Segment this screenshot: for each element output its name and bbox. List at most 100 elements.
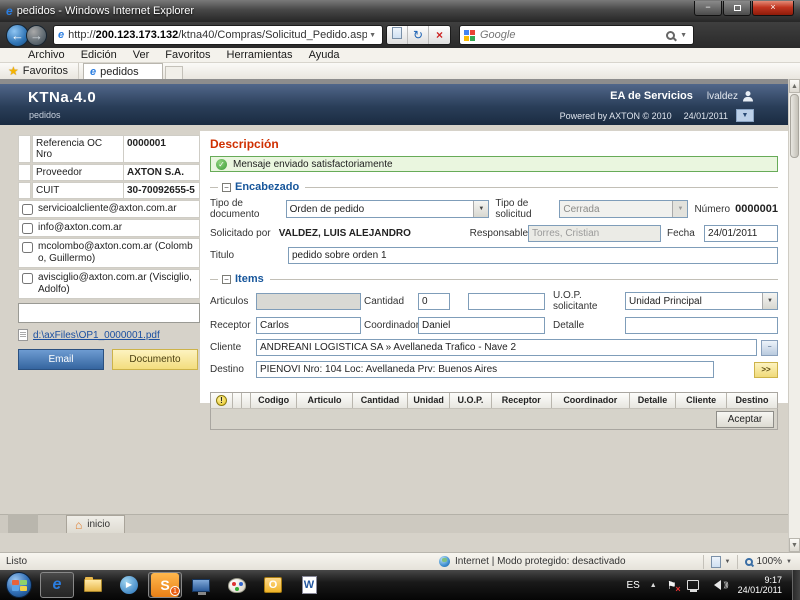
destino-input[interactable] [256,361,714,378]
extra-email-input[interactable] [18,303,200,323]
col-detalle[interactable]: Detalle [630,393,676,408]
header-calendar-icon[interactable]: ▼ [736,109,754,122]
tab-inicio[interactable]: ⌂ inicio [66,515,125,533]
tipo-documento-value: Orden de pedido [287,204,474,215]
collapse-section-icon[interactable]: − [222,183,231,192]
email-checkbox-1[interactable] [22,204,33,215]
skype-taskbar-icon[interactable]: S 1 [148,572,182,598]
col-codigo[interactable]: Codigo [251,393,297,408]
tipo-documento-select[interactable]: Orden de pedido ▼ [286,200,490,218]
maximize-button[interactable] [723,1,751,16]
zoom-dropdown-icon[interactable]: ▼ [786,559,792,565]
dropdown-arrow-icon[interactable]: ▼ [473,201,488,217]
favorites-button[interactable]: ★ Favoritos [0,63,79,79]
articulos-label: Articulos [210,296,256,307]
search-icon[interactable] [666,31,675,40]
uop-select[interactable]: Unidad Principal ▼ [625,292,778,310]
email-checkbox-2[interactable] [22,223,33,234]
email-address-2: info@axton.com.ar [38,222,122,234]
compatibility-status-icon[interactable] [711,556,721,568]
stop-button[interactable]: × [429,26,450,44]
tab-pedidos[interactable]: e pedidos [83,63,163,79]
scrollbar-thumb[interactable] [790,94,799,158]
search-dropdown-icon[interactable]: ▼ [678,32,689,39]
warning-icon: ! [216,395,227,406]
destino-expand-button[interactable]: >> [754,362,778,378]
search-box[interactable]: ▼ [459,25,694,45]
document-icon [18,329,28,341]
collapse-section-icon[interactable]: − [222,275,231,284]
info-row-stub [18,135,31,163]
action-center-icon[interactable]: ⚑ [667,579,677,592]
cantidad-input[interactable] [418,293,450,310]
close-button[interactable]: × [752,1,794,16]
tipo-documento-label: Tipo de documento [210,198,286,220]
cliente-input[interactable] [256,339,757,356]
outlook-taskbar-icon[interactable]: O [256,572,290,598]
page-scrollbar[interactable]: ▲ ▼ [788,79,800,552]
receptor-input[interactable] [256,317,361,334]
coordinador-input[interactable] [418,317,545,334]
titulo-input[interactable] [288,247,778,264]
col-receptor[interactable]: Receptor [492,393,552,408]
email-checkbox-3[interactable] [22,242,33,253]
show-desktop-button[interactable] [792,570,800,600]
col-cantidad[interactable]: Cantidad [353,393,408,408]
scroll-up-icon[interactable]: ▲ [789,79,800,93]
col-cliente[interactable]: Cliente [676,393,727,408]
forward-button[interactable]: → [26,25,47,46]
menu-archivo[interactable]: Archivo [28,49,65,61]
refresh-button[interactable]: ↻ [408,26,429,44]
email-checkbox-4[interactable] [22,273,33,284]
explorer-taskbar-icon[interactable] [76,572,110,598]
col-coordinador[interactable]: Coordinador [552,393,630,408]
paint-taskbar-icon[interactable] [220,572,254,598]
zoom-control[interactable]: 100% ▼ [745,556,792,567]
menu-ver[interactable]: Ver [133,49,150,61]
page-area: KTNa.4.0 pedidos EA de Servicios lvaldez… [0,79,800,552]
url-dropdown-icon[interactable]: ▼ [367,32,378,39]
new-tab-stub[interactable] [165,66,183,79]
dropdown-arrow-icon[interactable]: ▼ [762,293,777,309]
minimize-button[interactable]: − [694,1,722,16]
compat-dropdown-icon[interactable]: ▼ [725,559,731,565]
media-player-taskbar-icon[interactable]: ▶ [112,572,146,598]
menu-ayuda[interactable]: Ayuda [309,49,340,61]
fecha-input[interactable] [704,225,778,242]
speaker-icon[interactable] [709,580,721,590]
header-date: 24/01/2011 [684,111,728,121]
col-unidad[interactable]: Unidad [408,393,450,408]
col-uop[interactable]: U.O.P. [450,393,492,408]
network-icon[interactable] [687,580,699,590]
scroll-down-icon[interactable]: ▼ [789,538,800,552]
detalle-input[interactable] [625,317,778,334]
tray-expand-icon[interactable]: ▲ [650,582,657,589]
cliente-lookup-icon[interactable]: − [761,340,778,356]
window-title: pedidos - Windows Internet Explorer [17,5,194,17]
proveedor-value: AXTON S.A. [124,164,200,181]
section-rule [270,279,778,280]
search-input[interactable] [480,29,663,41]
word-taskbar-icon[interactable]: W [292,572,326,598]
url-field[interactable]: e http://200.123.173.132/ktna40/Compras/… [53,25,383,45]
col-destino[interactable]: Destino [727,393,777,408]
pdf-file-link[interactable]: d:\axFiles\OP1_0000001.pdf [33,330,160,341]
logged-user[interactable]: lvaldez [707,91,738,102]
clock[interactable]: 9:17 24/01/2011 [738,575,782,595]
documento-button[interactable]: Documento [112,349,198,370]
status-divider [703,555,704,569]
start-button[interactable] [6,572,32,598]
menu-herramientas[interactable]: Herramientas [227,49,293,61]
remote-desktop-taskbar-icon[interactable] [184,572,218,598]
aceptar-button[interactable]: Aceptar [716,411,774,428]
compatibility-view-button[interactable] [387,26,408,44]
unidad-input[interactable] [468,293,545,310]
menu-edicion[interactable]: Edición [81,49,117,61]
email-button[interactable]: Email [18,349,104,370]
user-icon [742,90,754,102]
col-articulo[interactable]: Articulo [297,393,352,408]
pdf-row: d:\axFiles\OP1_0000001.pdf [18,329,200,341]
menu-favoritos[interactable]: Favoritos [165,49,210,61]
language-indicator[interactable]: ES [626,580,639,591]
ie-taskbar-icon[interactable]: e [40,572,74,598]
